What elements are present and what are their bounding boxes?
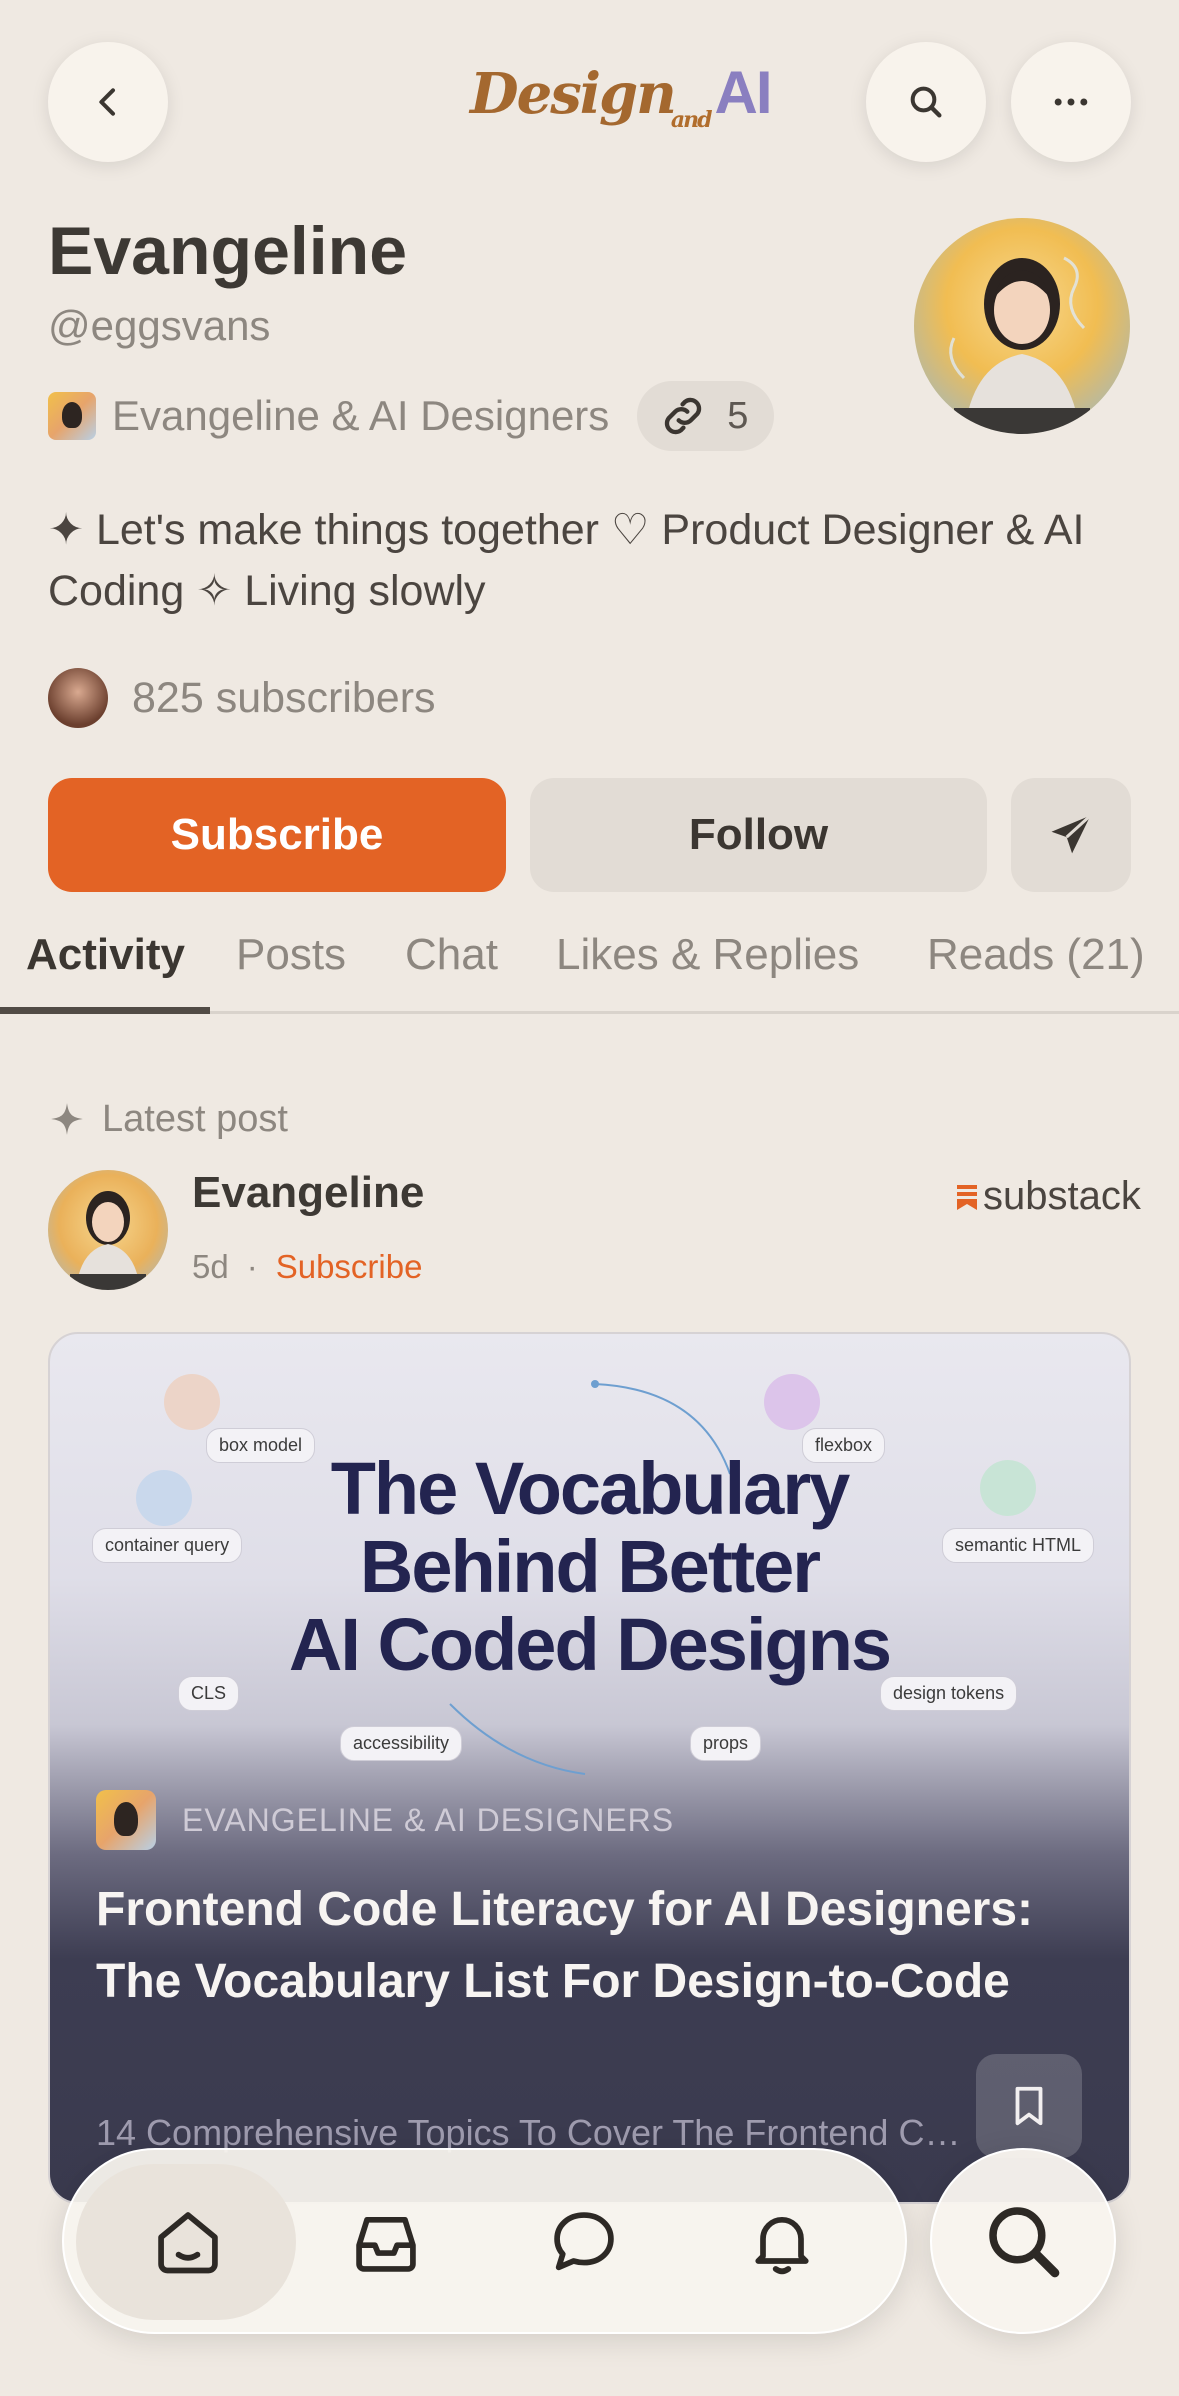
subscriber-avatar [48, 668, 108, 728]
search-fab-button[interactable] [930, 2148, 1116, 2334]
search-icon [910, 86, 942, 118]
card-publication-name: EVANGELINE & AI DESIGNERS [182, 1801, 675, 1838]
author-subscribe-link[interactable]: Subscribe [276, 1248, 423, 1286]
follow-button[interactable]: Follow [530, 778, 987, 892]
bell-icon [755, 2217, 809, 2275]
author-avatar[interactable] [48, 1170, 168, 1290]
card-headline[interactable]: Frontend Code Literacy for AI Designers:… [96, 1874, 1036, 2018]
inbox-icon [356, 2216, 416, 2272]
latest-post-label: Latest post [48, 1094, 288, 1144]
meta-separator: · [246, 1248, 258, 1285]
chat-icon [554, 2212, 614, 2271]
share-button[interactable] [1011, 778, 1131, 892]
nav-inbox-button[interactable] [336, 2192, 436, 2292]
substack-badge: substack [955, 1174, 1141, 1219]
profile-bio: ✦ Let's make things together ♡ Product D… [48, 506, 1085, 615]
publication-row[interactable]: Evangeline & AI Designers 5 [48, 381, 775, 451]
more-icon [1054, 98, 1088, 106]
bottom-nav [62, 2148, 907, 2334]
card-image-title-line-2: Behind Better [359, 1525, 821, 1608]
card-image-title-line-1: The Vocabulary [330, 1447, 851, 1530]
chevron-left-icon [99, 88, 115, 116]
tab-reads[interactable]: Reads (21) [927, 930, 1145, 980]
tab-chat[interactable]: Chat [405, 930, 498, 980]
substack-icon [957, 1184, 977, 1210]
profile-handle: @eggsvans [48, 302, 271, 349]
post-meta: 5d · Subscribe [192, 1248, 422, 1286]
search-button[interactable] [866, 42, 986, 162]
subscribe-button[interactable]: Subscribe [48, 778, 506, 892]
post-card[interactable]: box model flexbox container query semant… [48, 1332, 1131, 2204]
card-publication: EVANGELINE & AI DESIGNERS [96, 1790, 674, 1850]
card-image-title-line-3: AI Coded Designs [288, 1603, 892, 1686]
nav-notifications-button[interactable] [732, 2192, 832, 2292]
author-name[interactable]: Evangeline [192, 1168, 424, 1218]
publication-name: Evangeline & AI Designers [112, 392, 610, 439]
profile-tabs: Activity Posts Chat Likes & Replies Read… [0, 910, 1179, 1014]
subscriber-count: 825 subscribers [132, 673, 436, 722]
home-icon [158, 2212, 218, 2274]
sparkle-icon [51, 1103, 83, 1135]
tab-likes-replies[interactable]: Likes & Replies [556, 930, 859, 980]
active-tab-indicator [0, 1007, 210, 1014]
link-icon [665, 397, 702, 435]
search-icon [989, 2207, 1060, 2278]
bookmark-icon [1015, 2086, 1043, 2126]
nav-home-button[interactable] [138, 2192, 238, 2292]
tab-activity[interactable]: Activity [26, 930, 185, 980]
profile-avatar[interactable] [914, 218, 1130, 434]
post-age: 5d [192, 1248, 229, 1285]
send-icon [1051, 814, 1092, 854]
subscribers-row[interactable]: 825 subscribers [48, 668, 436, 728]
back-button[interactable] [48, 42, 168, 162]
links-button[interactable]: 5 [637, 381, 775, 451]
profile-name: Evangeline [48, 213, 408, 289]
tab-posts[interactable]: Posts [236, 930, 346, 980]
bookmark-button[interactable] [976, 2054, 1082, 2158]
publication-thumbnail [48, 392, 96, 440]
nav-chat-button[interactable] [534, 2192, 634, 2292]
publication-logo: DesignandAI [470, 59, 773, 133]
card-publication-thumbnail [96, 1790, 156, 1850]
links-count: 5 [727, 394, 749, 437]
more-button[interactable] [1011, 42, 1131, 162]
